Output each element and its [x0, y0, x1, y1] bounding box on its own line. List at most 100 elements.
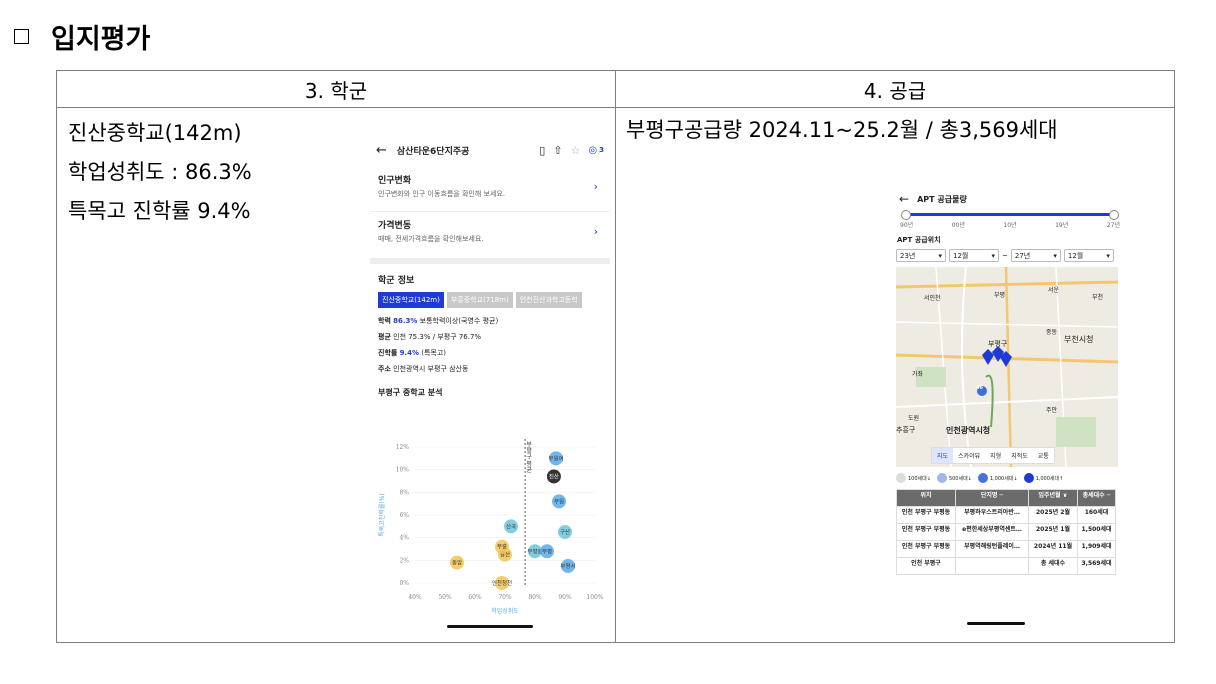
x-tick-label: 90% [558, 594, 572, 601]
section-title: 입지평가 [51, 24, 151, 55]
achievement-rate: 학업성취도 : 86.3% [68, 160, 252, 184]
school-scatter-chart: 0% 2% 4% 6% 8% 10% 12% 40% 50% 60% 70% 80% 90% 100% 학업… [378, 439, 604, 615]
back-arrow-icon[interactable]: ← [899, 192, 909, 206]
home-indicator [967, 622, 1025, 625]
table-row[interactable]: 인천 부평구 부평동 부평하우스트리아반… 2025년 2월 160세대 [896, 506, 1116, 524]
home-indicator [447, 625, 533, 628]
menu-price-title: 가격변동 [378, 221, 412, 231]
y-axis-label: 특목고진학률(%) [378, 493, 386, 537]
point-label: 부원 [554, 497, 564, 505]
end-year-select[interactable]: 27년 ▾ [1010, 249, 1061, 262]
chevron-down-icon: ▾ [938, 251, 942, 260]
col-header-supply: 4. 공급 [615, 70, 1175, 108]
y-tick-label: 12% [396, 444, 410, 451]
start-year-select[interactable]: 23년 ▾ [896, 249, 946, 262]
school-app-screenshot: ← 삼산타운6단지주공 ▯ ⇧ ☆ ◎ 3 인구변화 인구변화와 인구 이동흐름… [370, 133, 610, 633]
school-info: 학력 86.3% 보통학력이상(국영수 평균) 평균 인천 75.3% / 부평… [378, 317, 499, 373]
col-header-school: 3. 학군 [56, 70, 616, 108]
point-label: 부평 [542, 548, 552, 555]
evaluation-table: 3. 학군 4. 공급 진산중학교(142m) 학업성취도 : 86.3% 특목… [56, 70, 1175, 643]
end-month-select[interactable]: 12월 ▾ [1063, 249, 1114, 262]
tab-school-3[interactable]: 인천진산과학고등학 [515, 292, 582, 308]
menu-price[interactable]: 가격변동 매매, 전세가격흐름을 확인해보세요. › [370, 212, 610, 258]
comment-count: 3 [599, 146, 604, 154]
start-month-select[interactable]: 12월 ▾ [949, 249, 999, 262]
menu-population-title: 인구변화 [378, 176, 412, 186]
slider-handle-right[interactable] [1109, 210, 1119, 220]
supply-map[interactable]: 서인천 부평 서운 부천 중동 부천시청 부평구 가좌 도원 인천광역시청 주안… [896, 267, 1118, 467]
x-tick-label: 70% [498, 594, 512, 601]
supply-location-label: APT 공급위치 [897, 236, 941, 244]
map-icon[interactable]: ▯ [539, 144, 545, 157]
apt-supply-table: 위치 단지명 ─ 입주년월 ∨ 총세대수 ─ 인천 부평구 부평동 부평하우스트리… [896, 489, 1116, 575]
chevron-down-icon: ▾ [991, 251, 995, 260]
y-tick-label: 0% [399, 580, 409, 587]
y-tick-label: 4% [399, 535, 409, 542]
back-arrow-icon[interactable]: ← [376, 143, 387, 158]
chevron-right-icon: › [593, 180, 598, 193]
x-tick-label: 80% [528, 594, 542, 601]
supply-summary: 부평구공급량 2024.11~25.2월 / 총3,569세대 [626, 118, 1058, 142]
school-tabs: 진산중학교(142m) 부흥중학교(718m) 인천진산과학고등학 [370, 292, 610, 308]
y-tick-label: 6% [399, 512, 409, 519]
tab-school-2[interactable]: 부흥중학교(718m) [446, 292, 513, 308]
school-name: 진산중학교(142m) [68, 121, 242, 145]
menu-population[interactable]: 인구변화 인구변화와 인구 이동흐름을 확인해 보세요. › [370, 167, 610, 212]
star-icon[interactable]: ☆ [571, 144, 581, 157]
checkbox-bullet-icon [14, 29, 29, 44]
chevron-down-icon: ▾ [1106, 251, 1110, 260]
point-label: 구산 [560, 528, 570, 536]
table-row: 인천 부평구 총 세대수 3,569세대 [896, 557, 1116, 575]
supply-cell: 부평구공급량 2024.11~25.2월 / 총3,569세대 ← APT 공급… [615, 107, 1175, 643]
legend-marker-icon [977, 473, 988, 483]
section-heading: 입지평가 [14, 17, 150, 56]
chevron-down-icon: ▾ [1053, 251, 1057, 260]
map-tab-traffic[interactable]: 교통 [1033, 448, 1054, 463]
point-label: 부평서 [560, 562, 575, 570]
map-tab-map[interactable]: 지도 [932, 448, 954, 463]
map-tab-cadastral[interactable]: 지적도 [1006, 448, 1033, 463]
x-axis-label: 학업성취도 [491, 607, 519, 615]
table-row[interactable]: 인천 부평구 부평동 부평역해링턴플레이… 2024년 11월 1,909세대 [896, 540, 1116, 558]
x-tick-label: 40% [408, 594, 422, 601]
point-label: 산곡 [506, 522, 516, 530]
tab-school-1[interactable]: 진산중학교(142m) [378, 292, 444, 308]
map-tab-terrain[interactable]: 지형 [985, 448, 1006, 463]
school-summary: 진산중학교(142m) 학업성취도 : 86.3% 특목고 진학률 9.4% [68, 114, 252, 231]
point-label: 부흥 [497, 543, 507, 551]
map-view-tabs: 지도 스카이뷰 지형 지적도 교통 [931, 447, 1055, 464]
comment-icon[interactable]: ◎ [588, 145, 597, 156]
map-tab-skyview[interactable]: 스카이뷰 [953, 448, 985, 463]
app-header-title: 삼산타운6단지주공 [396, 146, 470, 157]
period-selects: 23년 ▾ 12월 ▾ ~ 27년 ▾ 12월 ▾ [894, 249, 1126, 262]
x-tick-label: 50% [438, 594, 452, 601]
slider-handle-left[interactable] [901, 210, 911, 220]
x-tick-label: 60% [468, 594, 482, 601]
app-header: ← 삼산타운6단지주공 ▯ ⇧ ☆ ◎ 3 [370, 133, 610, 167]
special-high-rate: 특목고 진학률 9.4% [68, 199, 251, 223]
timeline-slider[interactable] [901, 210, 1119, 226]
apt-table-header: 위치 단지명 ─ 입주년월 ∨ 총세대수 ─ [896, 489, 1116, 507]
chart-title: 부평구 중학교 분석 [378, 388, 443, 397]
map-legend: 100세대↓ 500세대↓ 1,000세대↓ 1,000세대↑ [894, 467, 1126, 489]
point-label: 진산 [549, 472, 559, 480]
point-label: 동암 [452, 559, 462, 567]
menu-population-desc: 인구변화와 인구 이동흐름을 확인해 보세요. [378, 190, 506, 198]
average-line-label: 부평구 평균 [525, 441, 532, 473]
table-row[interactable]: 인천 부평구 부평동 e편한세상부평역센트… 2025년 1월 1,500세대 [896, 523, 1116, 541]
point-label: 부원여 [548, 454, 563, 462]
legend-marker-icon [1023, 473, 1034, 483]
y-tick-label: 2% [399, 557, 409, 564]
legend-marker-icon [936, 473, 947, 483]
y-tick-label: 8% [399, 489, 409, 496]
x-tick-label: 100% [586, 594, 603, 601]
y-tick-label: 10% [396, 467, 410, 474]
supply-app-header: ← APT 공급물량 [894, 188, 1126, 210]
chevron-right-icon: › [593, 225, 598, 238]
supply-app-screenshot: ← APT 공급물량 90년 00년 10년 19년 27년 APT 공급위치 [894, 188, 1126, 628]
legend-marker-icon [896, 473, 906, 483]
school-cell: 진산중학교(142m) 학업성취도 : 86.3% 특목고 진학률 9.4% ←… [56, 107, 616, 643]
supply-header-title: APT 공급물량 [917, 194, 967, 204]
school-section-title: 학군 정보 [378, 276, 415, 286]
share-icon[interactable]: ⇧ [553, 144, 562, 157]
